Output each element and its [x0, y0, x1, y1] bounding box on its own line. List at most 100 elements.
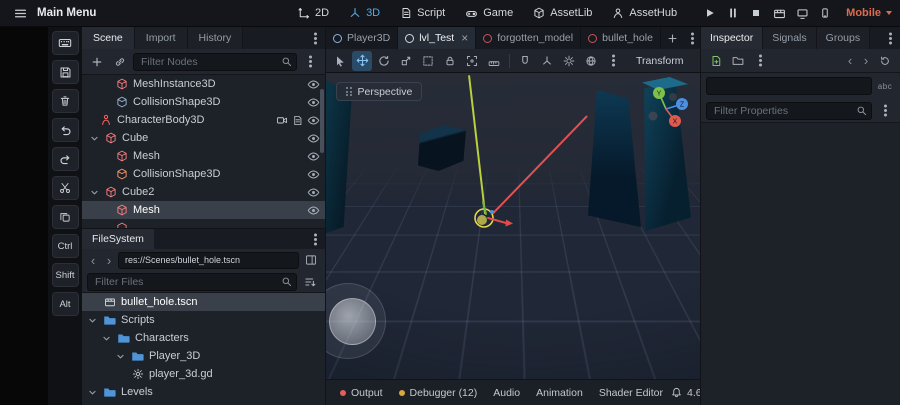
move-tool[interactable]	[352, 50, 372, 71]
audio-panel-button[interactable]: Audio	[485, 380, 528, 405]
chevron-down-icon[interactable]	[88, 134, 100, 143]
tab-game[interactable]: Game	[455, 0, 523, 26]
debugger-panel-button[interactable]: Debugger (12)	[391, 380, 486, 405]
list-item-selected[interactable]: bullet_hole.tscn	[82, 293, 325, 311]
redo-button[interactable]	[51, 147, 79, 171]
list-item[interactable]: Scripts	[82, 311, 325, 329]
history-back-icon[interactable]: ‹	[86, 253, 100, 268]
split-view-icon[interactable]	[301, 250, 321, 270]
tree-row[interactable]: CollisionShape3D	[82, 165, 325, 183]
left-joystick-knob[interactable]	[329, 298, 376, 345]
kebab-menu-icon[interactable]	[875, 101, 895, 121]
eye-icon[interactable]	[307, 96, 320, 109]
cut-button[interactable]	[51, 176, 79, 200]
tree-row[interactable]	[82, 219, 325, 228]
list-item[interactable]: player_3d.gd	[82, 365, 325, 383]
list-item[interactable]: Levels	[82, 383, 325, 401]
kebab-menu-icon[interactable]	[750, 51, 770, 71]
group-icon[interactable]	[462, 51, 482, 71]
snap-icon[interactable]	[515, 51, 535, 71]
tree-row[interactable]: Cube	[82, 129, 325, 147]
eye-icon[interactable]	[307, 114, 320, 127]
filter-properties-input[interactable]	[706, 101, 872, 120]
kebab-menu-icon[interactable]	[305, 229, 325, 249]
history-forward-icon[interactable]: ›	[859, 53, 873, 68]
kebab-menu-icon[interactable]	[305, 28, 325, 48]
kebab-menu-icon[interactable]	[683, 28, 700, 48]
eye-icon[interactable]	[307, 204, 320, 217]
tab-inspector[interactable]: Inspector	[701, 27, 764, 49]
tree-row[interactable]: Cube2	[82, 183, 325, 201]
tree-row[interactable]: CharacterBody3D	[82, 111, 325, 129]
remote-debug-button[interactable]	[792, 3, 812, 23]
tree-row[interactable]: MeshInstance3D	[82, 75, 325, 93]
scale-tool[interactable]	[396, 51, 416, 71]
preview-sun-icon[interactable]	[559, 51, 579, 71]
tab-groups[interactable]: Groups	[816, 27, 871, 49]
tree-row[interactable]: CollisionShape3D	[82, 93, 325, 111]
save-button[interactable]	[51, 60, 79, 84]
preview-environment-icon[interactable]	[581, 51, 601, 71]
output-panel-button[interactable]: Output	[332, 380, 391, 405]
object-name-field[interactable]	[706, 77, 872, 95]
scene-tab-lvl-test[interactable]: lvl_Test ×	[398, 27, 477, 49]
scrollbar[interactable]	[320, 89, 324, 153]
animation-panel-button[interactable]: Animation	[528, 380, 591, 405]
perspective-menu[interactable]: Perspective	[336, 82, 423, 101]
alt-key-button[interactable]: Alt	[51, 292, 79, 316]
stop-button[interactable]	[746, 3, 766, 23]
tab-history[interactable]: History	[187, 27, 244, 49]
play-button[interactable]	[700, 3, 720, 23]
chevron-down-icon[interactable]	[114, 352, 126, 361]
tab-3d[interactable]: 3D	[339, 0, 390, 26]
tab-import[interactable]: Import	[134, 27, 188, 49]
main-menu-button[interactable]: Main Menu	[37, 7, 96, 19]
undo-button[interactable]	[51, 118, 79, 142]
eye-icon[interactable]	[307, 78, 320, 91]
history-back-icon[interactable]: ‹	[843, 53, 857, 68]
camera-preview-badge-icon[interactable]	[276, 114, 288, 126]
select-tool[interactable]	[330, 51, 350, 71]
movie-mode-button[interactable]	[815, 3, 835, 23]
viewport-3d[interactable]: Y Z X Perspective	[326, 73, 700, 379]
load-resource-folder-icon[interactable]	[728, 51, 748, 71]
tab-script[interactable]: Script	[390, 0, 455, 26]
shift-key-button[interactable]: Shift	[51, 263, 79, 287]
ctrl-key-button[interactable]: Ctrl	[51, 234, 79, 258]
run-profile-dropdown[interactable]: Mobile	[846, 7, 892, 19]
add-node-button[interactable]	[87, 52, 107, 72]
transform-gizmo[interactable]	[468, 197, 516, 239]
hamburger-icon[interactable]	[10, 3, 30, 23]
tree-row-selected[interactable]: Mesh	[82, 201, 325, 219]
chevron-down-icon[interactable]	[100, 334, 112, 343]
local-space-icon[interactable]	[537, 51, 557, 71]
chevron-down-icon[interactable]	[86, 388, 98, 397]
list-item[interactable]: Player_3D	[82, 347, 325, 365]
tab-scene[interactable]: Scene	[82, 27, 135, 49]
tab-assetlib[interactable]: AssetLib	[523, 0, 602, 26]
kebab-menu-icon[interactable]	[300, 52, 320, 72]
object-history-icon[interactable]	[875, 51, 895, 71]
eye-icon[interactable]	[307, 168, 320, 181]
list-item[interactable]	[82, 401, 325, 405]
axis-orientation-gizmo[interactable]: Y Z X	[642, 83, 690, 131]
eye-icon[interactable]	[307, 186, 320, 199]
new-resource-icon[interactable]	[706, 51, 726, 71]
tree-row[interactable]: Mesh	[82, 147, 325, 165]
list-item[interactable]: Characters	[82, 329, 325, 347]
eye-icon[interactable]	[307, 132, 320, 145]
tab-assethub[interactable]: AssetHub	[602, 0, 687, 26]
eye-icon[interactable]	[307, 150, 320, 163]
new-scene-tab-button[interactable]	[663, 28, 683, 48]
delete-button[interactable]	[51, 89, 79, 113]
history-forward-icon[interactable]: ›	[102, 253, 116, 268]
rotate-tool[interactable]	[374, 51, 394, 71]
pause-button[interactable]	[723, 3, 743, 23]
list-select-tool[interactable]	[418, 51, 438, 71]
name-style-toggle[interactable]: abc	[875, 76, 895, 96]
filter-files-input[interactable]	[87, 272, 297, 291]
tab-2d[interactable]: 2D	[288, 0, 339, 26]
close-icon[interactable]: ×	[461, 31, 468, 45]
lock-icon[interactable]	[440, 51, 460, 71]
chevron-down-icon[interactable]	[88, 188, 100, 197]
